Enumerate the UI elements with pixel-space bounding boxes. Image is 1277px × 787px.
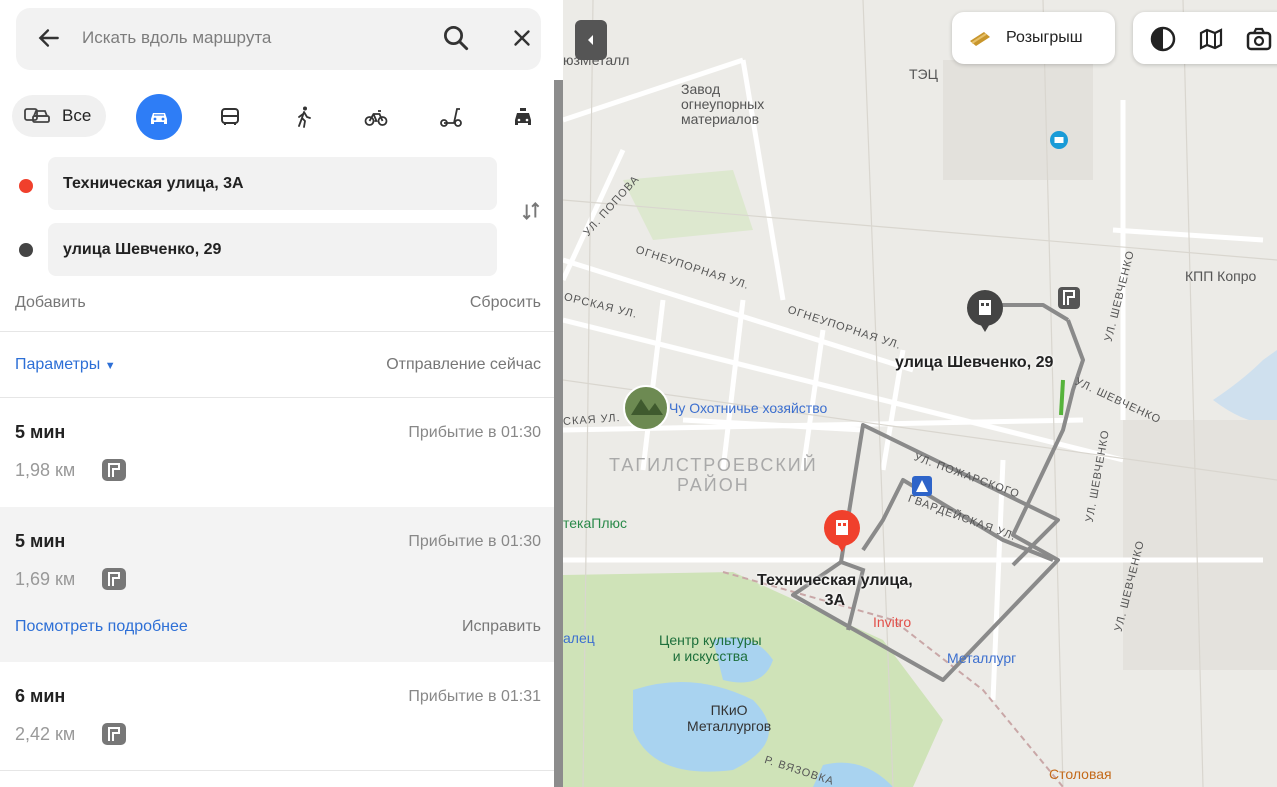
caret-down-icon: ▼ <box>104 360 116 372</box>
destination-label: улица Шевченко, 29 <box>895 354 1054 371</box>
mode-bike-button[interactable] <box>353 94 399 140</box>
place-label[interactable]: Чу Охотничье хозяйство <box>669 400 827 416</box>
entrance-icon <box>1058 287 1080 309</box>
car-icon <box>151 113 167 124</box>
place-label[interactable]: Invitro <box>873 614 911 630</box>
reset-link[interactable]: Сбросить <box>470 294 541 312</box>
back-arrow-icon[interactable] <box>36 25 62 51</box>
fix-link[interactable]: Исправить <box>462 618 541 636</box>
divider <box>0 770 556 771</box>
giveaway-label: Розыгрыш <box>1006 29 1083 46</box>
toll-road-icon <box>102 723 126 745</box>
place-label[interactable]: Центр культуры и искусства <box>659 632 762 664</box>
route-option[interactable]: 5 мин Прибытие в 01:30 1,98 км <box>0 398 556 506</box>
route-time: 5 мин <box>15 531 66 551</box>
multimodal-icon <box>24 108 50 123</box>
params-label: Параметры <box>15 356 101 373</box>
map-canvas[interactable]: УЛ. ПОПОВА ОГНЕУПОРНАЯ УЛ. ОГНЕУПОРНАЯ У… <box>563 0 1277 787</box>
mode-bus-button[interactable] <box>207 94 253 140</box>
route-arrival: Прибытие в 01:30 <box>408 424 541 441</box>
place-label[interactable]: алец <box>563 630 595 646</box>
departure-time[interactable]: Отправление сейчас <box>386 356 541 374</box>
route-distance: 2,42 км <box>15 724 76 744</box>
search-bar <box>16 8 541 70</box>
route-time: 5 мин <box>15 422 66 442</box>
search-icon[interactable] <box>441 23 471 53</box>
params-dropdown[interactable]: Параметры ▼ <box>15 356 116 374</box>
route-arrival: Прибытие в 01:31 <box>408 688 541 705</box>
place-label[interactable]: Металлург <box>947 650 1016 666</box>
route-distance: 1,98 км <box>15 460 76 480</box>
collapse-panel-button[interactable] <box>575 20 607 60</box>
route-distance: 1,69 км <box>15 569 76 589</box>
hunting-photo-icon[interactable] <box>623 385 669 431</box>
destination-pin-icon[interactable] <box>965 288 1005 338</box>
route-panel: Все <box>0 0 556 787</box>
details-link[interactable]: Посмотреть подробнее <box>15 618 188 636</box>
search-input[interactable] <box>82 25 402 51</box>
layers-icon[interactable] <box>1149 25 1177 53</box>
map-tools <box>1133 12 1277 64</box>
district-label: ТАГИЛСТРОЕВСКИЙ РАЙОН <box>609 455 818 495</box>
place-label: ТЭЦ <box>909 66 938 82</box>
route-option[interactable]: 6 мин Прибытие в 01:31 2,42 км <box>0 662 556 770</box>
mode-walk-button[interactable] <box>281 94 327 140</box>
mode-taxi-button[interactable] <box>500 94 546 140</box>
camera-icon[interactable] <box>1245 25 1273 53</box>
pedestrian-icon <box>298 106 311 128</box>
destination-dot-icon <box>19 243 33 257</box>
place-label: КПП Копро <box>1185 268 1257 284</box>
bus-icon <box>221 108 239 125</box>
place-label[interactable]: текаПлюс <box>563 515 627 531</box>
destination-field[interactable]: улица Шевченко, 29 <box>48 223 497 276</box>
close-icon[interactable] <box>509 25 535 51</box>
place-label: Завод огнеупорных материалов <box>681 81 765 127</box>
origin-dot-icon <box>19 179 33 193</box>
map-background <box>563 0 1277 787</box>
mode-all-label: Все <box>62 106 92 125</box>
scooter-icon <box>440 108 462 127</box>
mode-scooter-button[interactable] <box>428 94 474 140</box>
place-label[interactable]: Столовая <box>1049 766 1112 782</box>
toll-road-icon <box>102 568 126 590</box>
ticket-icon <box>970 32 990 46</box>
crosswalk-icon <box>912 476 932 496</box>
swap-icon[interactable] <box>518 198 544 224</box>
taxi-icon <box>515 108 531 125</box>
traffic-icon[interactable] <box>1197 25 1225 53</box>
panel-scrollbar[interactable] <box>554 80 563 787</box>
add-point-link[interactable]: Добавить <box>15 294 86 312</box>
mode-all-button[interactable]: Все <box>12 95 106 137</box>
divider <box>0 331 556 332</box>
chevron-left-icon <box>588 35 593 45</box>
park-label[interactable]: ПКиО Металлургов <box>687 702 771 734</box>
route-arrival: Прибытие в 01:30 <box>408 533 541 550</box>
origin-field[interactable]: Техническая улица, 3А <box>48 157 497 210</box>
bicycle-icon <box>364 110 388 126</box>
mode-car-button[interactable] <box>136 94 182 140</box>
shop-icon[interactable] <box>1049 130 1069 150</box>
origin-label: Техническая улица, 3А <box>757 572 913 609</box>
giveaway-button[interactable]: Розыгрыш <box>952 12 1115 64</box>
route-option-selected[interactable]: 5 мин Прибытие в 01:30 1,69 км Посмотрет… <box>0 507 556 662</box>
transport-modes: Все <box>10 92 550 142</box>
toll-road-icon <box>102 459 126 481</box>
route-time: 6 мин <box>15 686 66 706</box>
origin-pin-icon[interactable] <box>822 508 862 558</box>
